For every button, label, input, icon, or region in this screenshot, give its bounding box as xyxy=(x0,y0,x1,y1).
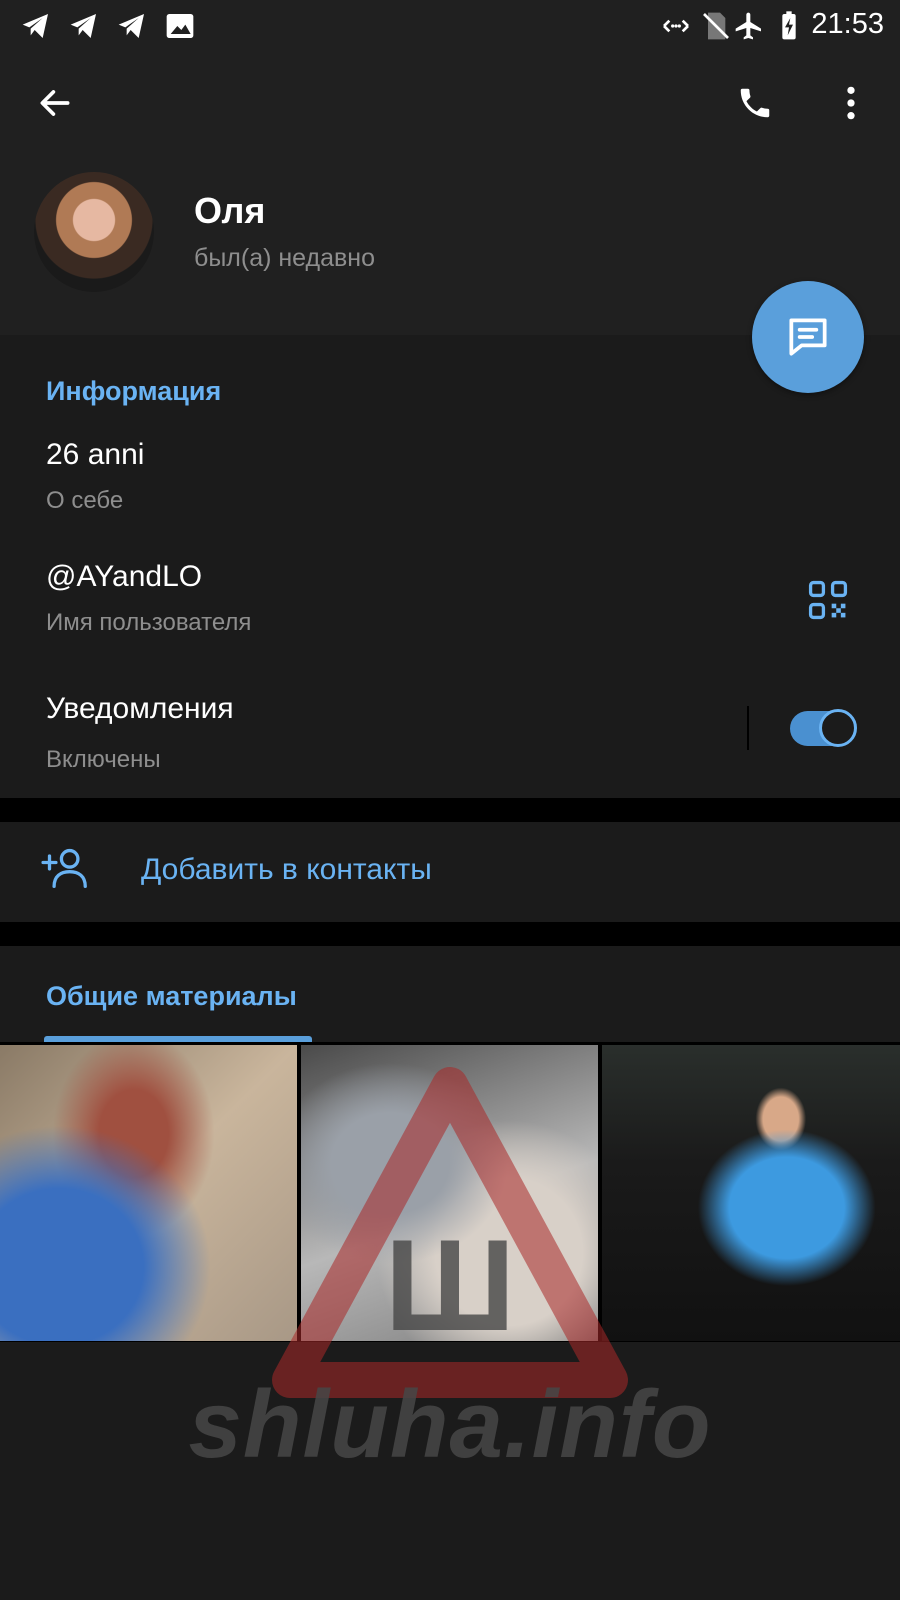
data-saver-icon xyxy=(663,19,689,33)
section-divider xyxy=(0,922,900,946)
message-icon xyxy=(789,318,827,356)
divider xyxy=(747,706,749,750)
telegram-icon xyxy=(70,14,96,38)
telegram-icon xyxy=(22,14,48,38)
username-label: Имя пользователя xyxy=(46,609,252,636)
notifications-toggle-knob[interactable] xyxy=(819,709,857,747)
back-arrow-icon[interactable] xyxy=(36,84,74,122)
clock: 21:53 xyxy=(811,8,884,40)
tab-shared-media[interactable]: Общие материалы xyxy=(46,981,297,1012)
phone-icon[interactable] xyxy=(736,84,774,122)
image-icon xyxy=(166,14,194,38)
qr-code-icon[interactable] xyxy=(806,578,850,622)
media-thumbnail[interactable] xyxy=(301,1045,598,1341)
no-sim-icon xyxy=(703,12,729,40)
notifications-value[interactable]: Уведомления xyxy=(46,692,234,726)
username-value[interactable]: @AYandLO xyxy=(46,560,202,594)
bio-label: О себе xyxy=(46,487,124,514)
last-seen-status: был(а) недавно xyxy=(194,244,376,272)
notifications-label: Включены xyxy=(46,746,161,773)
avatar[interactable] xyxy=(34,172,154,292)
section-divider xyxy=(0,798,900,822)
add-contact-row[interactable] xyxy=(0,822,900,922)
add-contact-icon xyxy=(41,848,87,888)
airplane-icon xyxy=(735,12,761,40)
telegram-icon xyxy=(118,14,144,38)
status-bar: 21:53 xyxy=(0,0,900,50)
bio-value[interactable]: 26 anni xyxy=(46,438,144,472)
add-contact-label[interactable]: Добавить в контакты xyxy=(141,853,432,887)
media-thumbnail[interactable] xyxy=(0,1045,297,1341)
battery-charging-icon xyxy=(782,11,796,40)
profile-name: Оля xyxy=(194,190,266,231)
watermark-text: shluha.info xyxy=(188,1371,712,1478)
info-section-title: Информация xyxy=(46,376,222,406)
media-thumbnail[interactable] xyxy=(602,1045,900,1341)
more-vert-icon[interactable] xyxy=(836,84,866,122)
message-button[interactable] xyxy=(752,281,864,393)
